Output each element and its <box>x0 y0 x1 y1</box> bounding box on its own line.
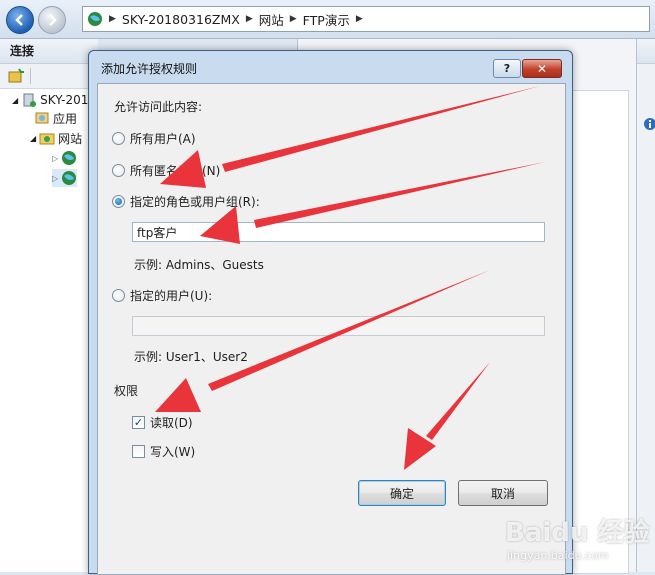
tree-item-site-1[interactable]: ▷ <box>52 149 77 167</box>
globe-icon <box>88 12 102 26</box>
add-allow-rule-dialog: 添加允许授权规则 ? ✕ 允许访问此内容: 所有用户(A) 所有匿名用户(N) … <box>88 50 573 575</box>
users-example: 示例: User1、User2 <box>134 350 248 364</box>
option-all-users-label[interactable]: 所有用户(A) <box>130 130 196 147</box>
address-bar: ▶ SKY-20180316ZMX ▶ 网站 ▶ FTP演示 ▶ <box>0 0 655 39</box>
chevron-right-icon: ▶ <box>245 14 253 24</box>
radio-users[interactable] <box>112 289 125 302</box>
chevron-right-icon: ▶ <box>355 14 363 24</box>
tree-item-server[interactable]: ◢ SKY-2018 <box>12 91 96 109</box>
option-users-label[interactable]: 指定的用户(U): <box>130 287 212 304</box>
new-connection-icon[interactable] <box>8 68 24 84</box>
app-pool-icon <box>35 112 49 124</box>
tree-item-app-pools[interactable]: 应用 <box>34 109 77 127</box>
write-label[interactable]: 写入(W) <box>150 443 195 460</box>
connections-header: 连接 <box>0 39 98 64</box>
radio-all-users[interactable] <box>112 132 125 145</box>
collapse-icon[interactable]: ▷ <box>52 154 58 163</box>
radio-roles[interactable] <box>112 195 125 208</box>
sites-folder-icon <box>39 133 55 145</box>
breadcrumb-site[interactable]: FTP演示 <box>303 10 350 29</box>
help-button[interactable]: ? <box>493 59 521 78</box>
connections-toolbar <box>0 64 88 89</box>
expand-icon[interactable]: ◢ <box>12 96 18 105</box>
allow-access-label: 允许访问此内容: <box>114 100 203 114</box>
users-input[interactable] <box>132 316 545 336</box>
rules-list <box>567 90 629 574</box>
permissions-label: 权限 <box>114 384 139 398</box>
read-checkbox[interactable]: ✓ <box>132 416 145 429</box>
ok-button[interactable]: 确定 <box>358 480 446 506</box>
toolbar-divider <box>30 68 31 84</box>
help-icon[interactable] <box>643 117 655 131</box>
tree-item-site-2[interactable]: ▷ <box>52 169 78 187</box>
close-button[interactable]: ✕ <box>522 59 562 78</box>
actions-pane <box>636 39 655 572</box>
breadcrumb-sites[interactable]: 网站 <box>259 10 284 29</box>
globe-icon <box>62 151 77 165</box>
dialog-body: 允许访问此内容: 所有用户(A) 所有匿名用户(N) 指定的角色或用户组(R):… <box>97 83 566 575</box>
tree-item-sites[interactable]: ◢ 网站 <box>30 129 82 147</box>
cancel-button[interactable]: 取消 <box>458 480 548 506</box>
back-button[interactable] <box>6 6 34 34</box>
breadcrumb-server[interactable]: SKY-20180316ZMX <box>122 12 240 27</box>
arrow-left-icon <box>15 14 23 26</box>
globe-icon <box>62 171 77 185</box>
address-field[interactable]: ▶ SKY-20180316ZMX ▶ 网站 ▶ FTP演示 ▶ <box>82 6 650 32</box>
watermark-logo: Baidu 经验 <box>505 518 650 548</box>
expand-icon[interactable]: ◢ <box>30 134 36 143</box>
chevron-right-icon: ▶ <box>109 14 116 24</box>
tree-label-app-pools: 应用 <box>53 111 78 126</box>
server-icon <box>23 93 37 107</box>
tree-label-sites: 网站 <box>58 131 83 146</box>
option-all-anonymous-label[interactable]: 所有匿名用户(N) <box>130 162 220 179</box>
chevron-right-icon: ▶ <box>289 14 297 24</box>
option-roles-label[interactable]: 指定的角色或用户组(R): <box>130 193 260 210</box>
write-checkbox[interactable] <box>132 445 145 458</box>
collapse-icon[interactable]: ▷ <box>52 174 58 183</box>
question-icon: ? <box>503 62 511 75</box>
dialog-title: 添加允许授权规则 <box>101 62 198 76</box>
roles-input[interactable]: ftp客户 <box>132 222 545 242</box>
radio-all-anonymous[interactable] <box>112 164 125 177</box>
actions-header <box>637 39 655 64</box>
watermark-url: jingyan.baidu.com <box>507 549 609 562</box>
forward-button[interactable] <box>38 6 66 34</box>
checkmark-icon: ✓ <box>133 416 144 429</box>
close-icon: ✕ <box>536 61 548 76</box>
read-label[interactable]: 读取(D) <box>150 414 193 431</box>
arrow-right-icon <box>49 14 57 26</box>
roles-example: 示例: Admins、Guests <box>134 258 264 272</box>
connections-tree: ◢ SKY-2018 应用 ◢ 网站 ▷ ▷ <box>0 89 96 572</box>
